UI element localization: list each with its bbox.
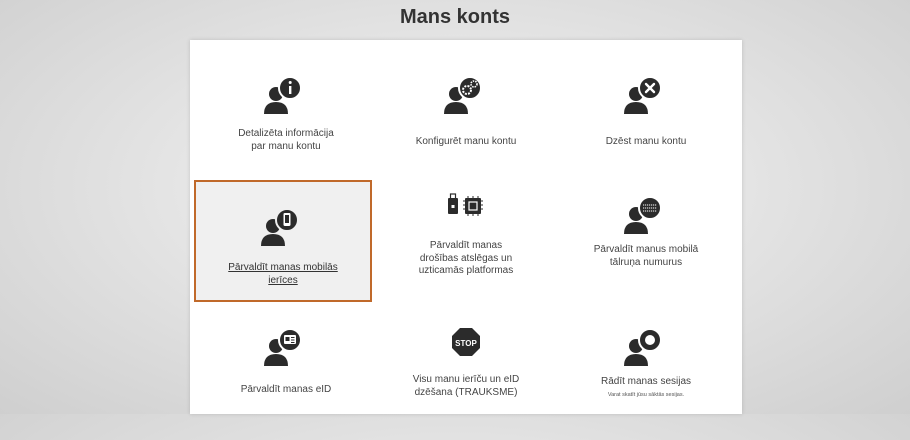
tile-manage-phone-numbers-label: Pārvaldīt manus mobilā tālruņa numurus	[593, 244, 699, 268]
user-mobile-icon	[261, 208, 299, 246]
tile-manage-eid-label: Pārvaldīt manas eID	[240, 384, 332, 395]
user-settings-icon	[444, 76, 482, 114]
stop-sign-icon: STOP	[452, 328, 480, 356]
tile-delete-account[interactable]: Dzēst manu kontu	[560, 72, 732, 188]
tile-manage-phone-numbers[interactable]: Pārvaldīt manus mobilā tālruņa numurus	[560, 192, 732, 308]
user-eid-card-icon	[264, 328, 302, 366]
tile-account-details[interactable]: Detalizēta informācija par manu kontu	[200, 72, 372, 188]
tile-delete-all-devices-alarm[interactable]: STOP Visu manu ierīču un eID dzēšana (TR…	[380, 324, 552, 440]
tile-delete-all-devices-alarm-label: Visu manu ierīču un eID dzēšana (TRAUKSM…	[412, 374, 520, 398]
user-phone-number-icon	[624, 196, 662, 234]
security-key-chip-icon	[448, 193, 483, 216]
tile-configure-account-label: Konfigurēt manu kontu	[415, 136, 517, 147]
stop-sign-text: STOP	[455, 339, 477, 348]
user-info-icon	[264, 76, 302, 114]
page-title: Mans konts	[399, 6, 511, 28]
user-sessions-icon	[624, 328, 662, 366]
account-panel: Detalizēta informācija par manu kontu Ko…	[190, 40, 742, 414]
tile-manage-mobile-devices[interactable]: Pārvaldīt manas mobilās ierīces	[194, 180, 372, 302]
tile-configure-account[interactable]: Konfigurēt manu kontu	[380, 72, 552, 188]
tile-delete-account-label: Dzēst manu kontu	[605, 136, 687, 147]
tile-manage-security-keys[interactable]: Pārvaldīt manas drošības atslēgas un uzt…	[380, 192, 552, 308]
tile-show-sessions[interactable]: Rādīt manas sesijas Varat skatīt jūsu sā…	[560, 324, 732, 440]
tile-manage-eid[interactable]: Pārvaldīt manas eID	[200, 324, 372, 440]
tile-show-sessions-label: Rādīt manas sesijas	[600, 376, 692, 387]
tile-account-details-label: Detalizēta informācija par manu kontu	[238, 128, 334, 152]
user-delete-icon	[624, 76, 662, 114]
tile-manage-security-keys-label: Pārvaldīt manas drošības atslēgas un uzt…	[418, 240, 514, 276]
tile-manage-mobile-devices-label: Pārvaldīt manas mobilās ierīces	[228, 262, 338, 286]
tile-show-sessions-description: Varat skatīt jūsu sāktās sesijas.	[607, 391, 685, 398]
